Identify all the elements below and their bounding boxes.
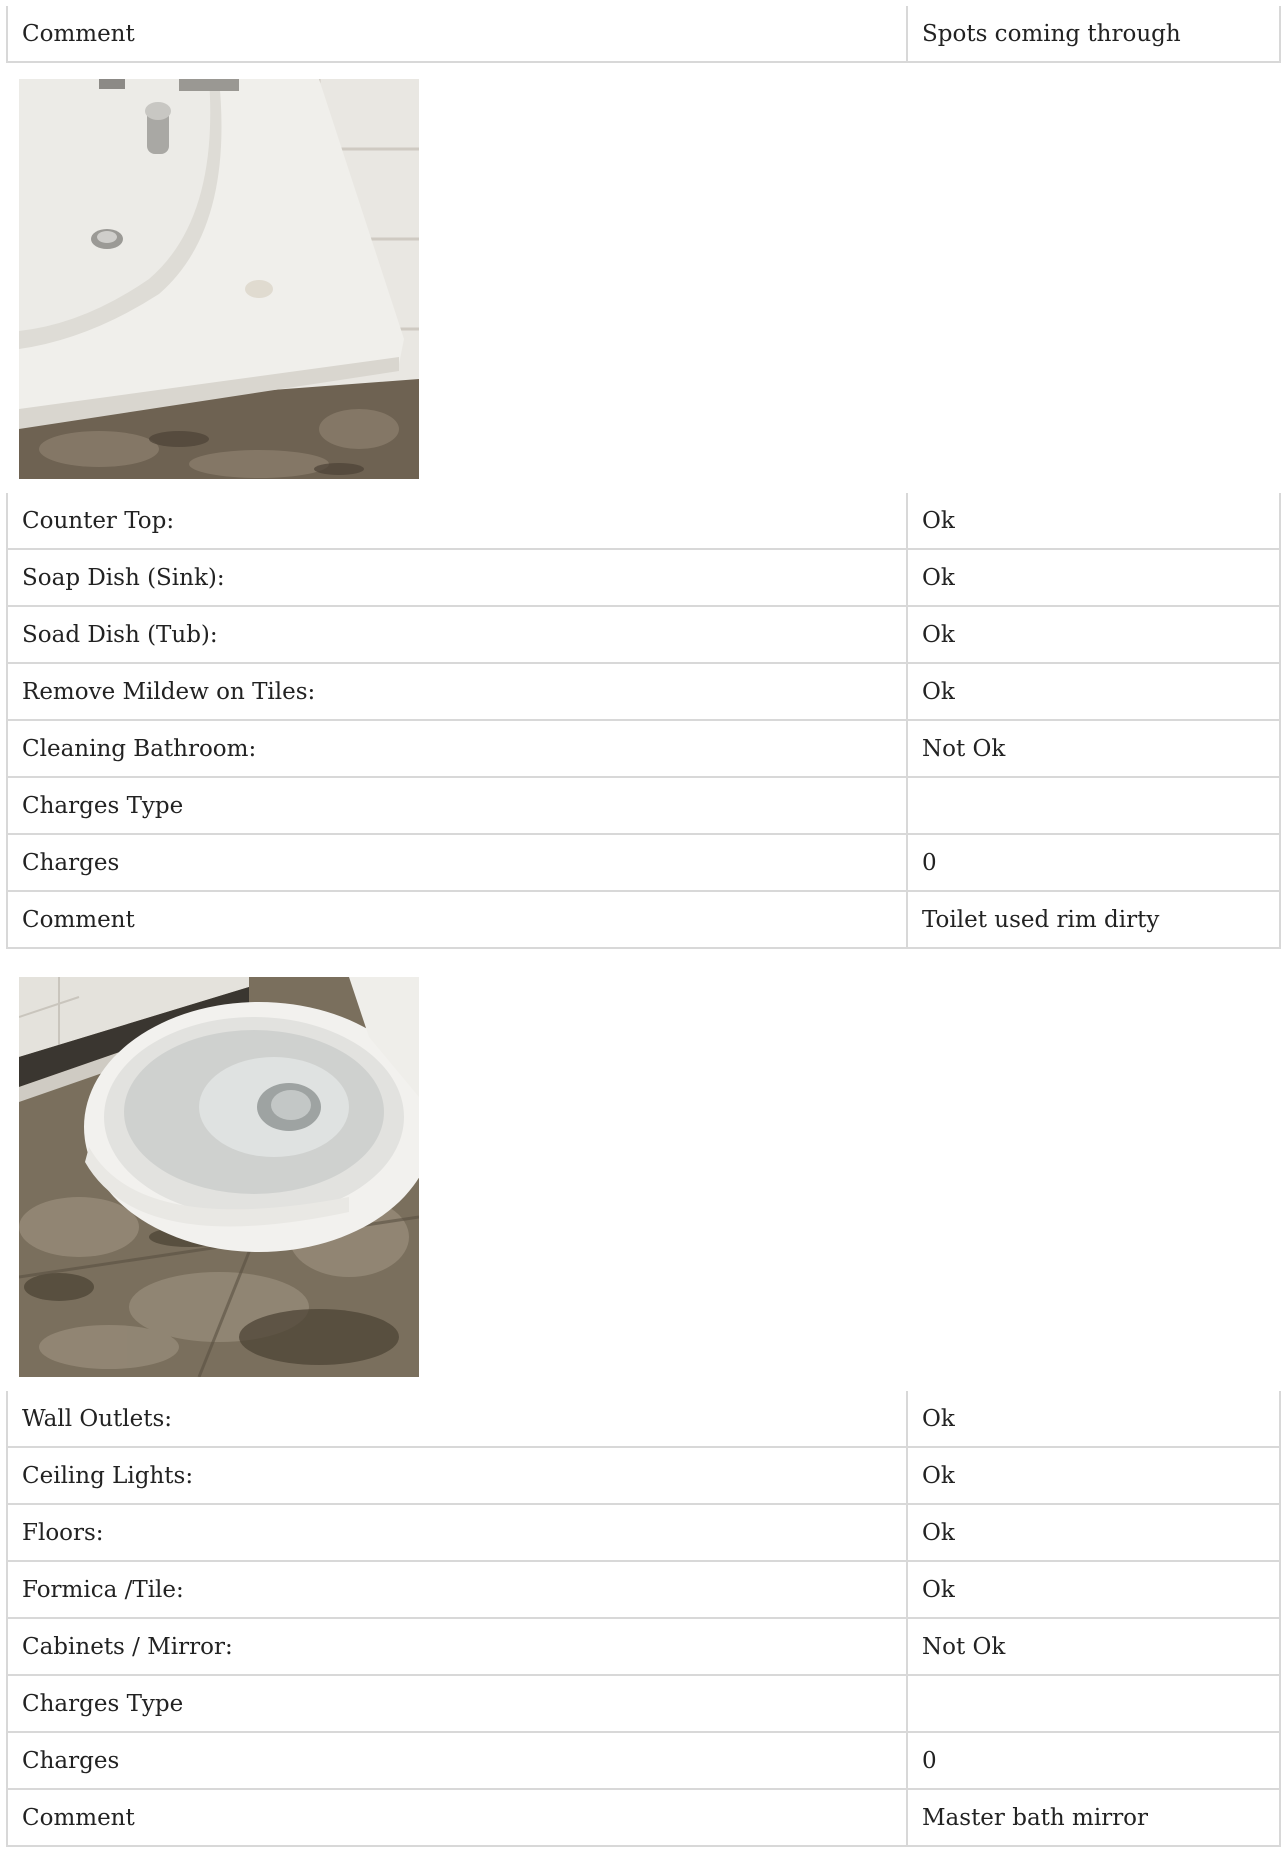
row-label: Ceiling Lights: (6, 1446, 908, 1505)
table-row: Charges 0 (6, 1731, 1281, 1790)
table-row: Charges Type (6, 776, 1281, 835)
table-row: Charges Type (6, 1674, 1281, 1733)
row-value: Not Ok (906, 719, 1281, 778)
row-value: Spots coming through (906, 6, 1281, 63)
row-label: Cleaning Bathroom: (6, 719, 908, 778)
row-label: Remove Mildew on Tiles: (6, 662, 908, 721)
row-label: Wall Outlets: (6, 1391, 908, 1448)
row-label: Soad Dish (Tub): (6, 605, 908, 664)
row-label: Comment (6, 6, 908, 63)
row-value: Ok (906, 493, 1281, 550)
row-label: Soap Dish (Sink): (6, 548, 908, 607)
table-row: Cabinets / Mirror: Not Ok (6, 1617, 1281, 1676)
row-label: Comment (6, 1788, 908, 1847)
row-label: Comment (6, 890, 908, 949)
row-label: Formica /Tile: (6, 1560, 908, 1619)
inspection-table-1: Comment Spots coming through (6, 6, 1281, 63)
row-value: Ok (906, 1560, 1281, 1619)
row-value (906, 1674, 1281, 1733)
row-value (906, 776, 1281, 835)
table-row: Comment Spots coming through (6, 6, 1281, 63)
toilet-photo (19, 977, 419, 1377)
table-row: Soad Dish (Tub): Ok (6, 605, 1281, 664)
row-value: 0 (906, 833, 1281, 892)
row-value: Ok (906, 605, 1281, 664)
row-label: Counter Top: (6, 493, 908, 550)
row-label: Charges Type (6, 1674, 908, 1733)
row-value: Ok (906, 662, 1281, 721)
row-value: 0 (906, 1731, 1281, 1790)
row-value: Master bath mirror (906, 1788, 1281, 1847)
row-label: Charges (6, 1731, 908, 1790)
row-value: Ok (906, 1391, 1281, 1448)
inspection-table-2: Counter Top: Ok Soap Dish (Sink): Ok Soa… (6, 493, 1281, 949)
inspection-table-3: Wall Outlets: Ok Ceiling Lights: Ok Floo… (6, 1391, 1281, 1847)
table-row: Wall Outlets: Ok (6, 1391, 1281, 1448)
table-row: Comment Master bath mirror (6, 1788, 1281, 1847)
table-row: Ceiling Lights: Ok (6, 1446, 1281, 1505)
row-value: Ok (906, 1503, 1281, 1562)
sink-photo (19, 79, 419, 479)
row-value: Ok (906, 548, 1281, 607)
row-label: Charges Type (6, 776, 908, 835)
table-row: Cleaning Bathroom: Not Ok (6, 719, 1281, 778)
table-row: Comment Toilet used rim dirty (6, 890, 1281, 949)
table-row: Floors: Ok (6, 1503, 1281, 1562)
row-label: Cabinets / Mirror: (6, 1617, 908, 1676)
table-row: Soap Dish (Sink): Ok (6, 548, 1281, 607)
table-row: Formica /Tile: Ok (6, 1560, 1281, 1619)
row-label: Floors: (6, 1503, 908, 1562)
table-row: Charges 0 (6, 833, 1281, 892)
row-value: Toilet used rim dirty (906, 890, 1281, 949)
row-value: Ok (906, 1446, 1281, 1505)
table-row: Remove Mildew on Tiles: Ok (6, 662, 1281, 721)
table-row: Counter Top: Ok (6, 493, 1281, 550)
row-value: Not Ok (906, 1617, 1281, 1676)
row-label: Charges (6, 833, 908, 892)
